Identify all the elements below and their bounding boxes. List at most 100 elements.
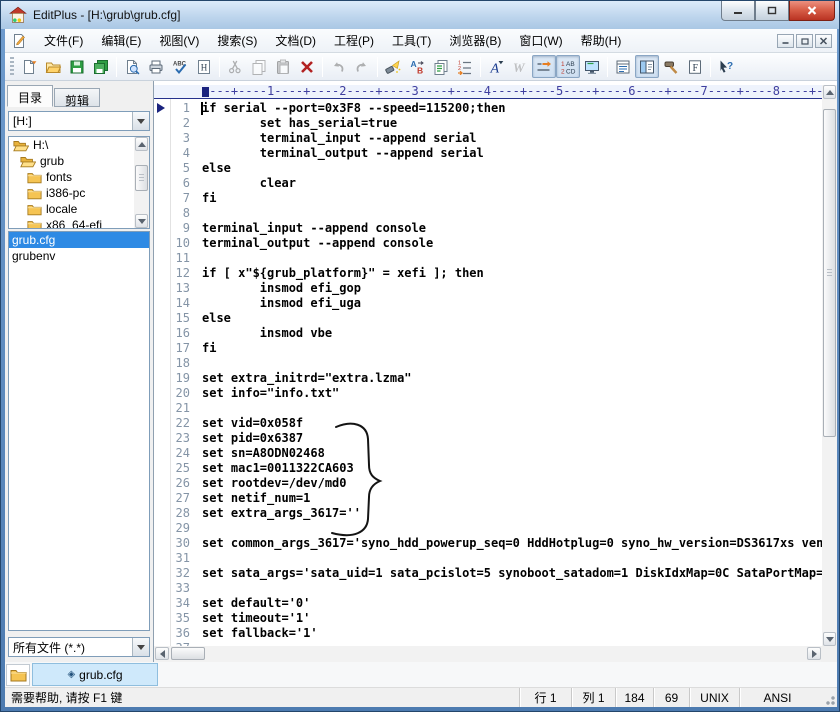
code-line[interactable]: 36set fallback='1'	[154, 626, 822, 641]
code-line[interactable]: 27set netif_num=1	[154, 491, 822, 506]
resize-grip[interactable]	[815, 688, 837, 707]
editor-hscroll-thumb[interactable]	[171, 647, 205, 660]
drive-select-dropdown[interactable]	[132, 112, 149, 130]
menu-item[interactable]: 浏览器(B)	[440, 28, 510, 53]
file-list[interactable]: grub.cfggrubenv	[8, 231, 150, 631]
editor-scroll-right-icon[interactable]	[807, 647, 821, 660]
code-line[interactable]: 7fi	[154, 191, 822, 206]
view-in-browser-icon[interactable]	[580, 55, 604, 78]
mdi-close-icon[interactable]	[815, 34, 832, 48]
tree-scroll-up-icon[interactable]	[135, 137, 148, 151]
save-icon[interactable]	[65, 55, 89, 78]
folder-tree[interactable]: H:\grubfontsi386-pclocalex86_64-efi	[8, 136, 150, 229]
code-line[interactable]: 15else	[154, 311, 822, 326]
tree-scroll-down-icon[interactable]	[135, 214, 148, 228]
document-system-icon[interactable]	[11, 33, 27, 49]
code-line[interactable]: 12if [ x"${grub_platform}" = xefi ]; the…	[154, 266, 822, 281]
tab-grub-cfg[interactable]: ◈ grub.cfg	[32, 663, 158, 686]
tree-item-locale[interactable]: locale	[9, 201, 134, 217]
code-line[interactable]: 34set default='0'	[154, 596, 822, 611]
code-line[interactable]: 19set extra_initrd="extra.lzma"	[154, 371, 822, 386]
cliptext-window-icon[interactable]	[611, 55, 635, 78]
tree-scroll-thumb[interactable]	[135, 165, 148, 191]
menu-item[interactable]: 帮助(H)	[572, 28, 631, 53]
line-numbers-icon[interactable]: 1AB2CD	[556, 55, 580, 78]
user-tools-icon[interactable]	[659, 55, 683, 78]
menu-item[interactable]: 窗口(W)	[510, 28, 571, 53]
code-line[interactable]: 8	[154, 206, 822, 221]
spell-check-icon[interactable]: ABC	[168, 55, 192, 78]
menu-item[interactable]: 搜索(S)	[208, 28, 266, 53]
code-line[interactable]: 11	[154, 251, 822, 266]
editor-hscrollbar[interactable]	[154, 646, 822, 662]
file-filter-select[interactable]: 所有文件 (*.*)	[8, 637, 150, 657]
tab-cliptext[interactable]: 剪辑	[54, 88, 100, 107]
restore-button[interactable]	[755, 1, 789, 21]
show-ruler-icon[interactable]	[532, 55, 556, 78]
drive-select[interactable]: [H:]	[8, 111, 150, 131]
context-help-icon[interactable]: ?	[714, 55, 738, 78]
tree-item-grub[interactable]: grub	[9, 153, 134, 169]
html-toolbar-icon[interactable]: H	[192, 55, 216, 78]
menu-item[interactable]: 文件(F)	[35, 28, 92, 53]
tree-item-i386pc[interactable]: i386-pc	[9, 185, 134, 201]
menu-item[interactable]: 工程(P)	[325, 28, 383, 53]
toolbar-grip[interactable]	[10, 57, 14, 77]
code-line[interactable]: 3 terminal_input --append serial	[154, 131, 822, 146]
text-area[interactable]: 1if serial --port=0x3F8 --speed=115200;t…	[154, 99, 822, 646]
file-item[interactable]: grubenv	[9, 248, 149, 264]
code-line[interactable]: 1if serial --port=0x3F8 --speed=115200;t…	[154, 101, 822, 116]
replace-icon[interactable]: AB	[405, 55, 429, 78]
code-line[interactable]: 10terminal_output --append console	[154, 236, 822, 251]
minimize-button[interactable]	[721, 1, 755, 21]
code-line[interactable]: 30set common_args_3617='syno_hdd_powerup…	[154, 536, 822, 551]
mdi-minimize-icon[interactable]	[777, 34, 794, 48]
code-line[interactable]: 32set sata_args='sata_uid=1 sata_pcislot…	[154, 566, 822, 581]
directory-window-icon[interactable]	[635, 55, 659, 78]
code-line[interactable]: 21	[154, 401, 822, 416]
file-item[interactable]: grub.cfg	[9, 232, 149, 248]
menu-item[interactable]: 文档(D)	[266, 28, 325, 53]
new-file-icon[interactable]	[17, 55, 41, 78]
code-line[interactable]: 14 insmod efi_uga	[154, 296, 822, 311]
menu-item[interactable]: 视图(V)	[150, 28, 208, 53]
code-line[interactable]: 31	[154, 551, 822, 566]
code-line[interactable]: 29	[154, 521, 822, 536]
editor-pane[interactable]: ----+----1----+----2----+----3----+----4…	[153, 81, 837, 662]
editor-scroll-up-icon[interactable]	[823, 85, 836, 99]
editor-vscroll-thumb[interactable]	[823, 109, 836, 437]
code-line[interactable]: 9terminal_input --append console	[154, 221, 822, 236]
code-line[interactable]: 23set pid=0x6387	[154, 431, 822, 446]
delete-icon[interactable]	[295, 55, 319, 78]
code-line[interactable]: 22set vid=0x058f	[154, 416, 822, 431]
tree-item-fonts[interactable]: fonts	[9, 169, 134, 185]
code-line[interactable]: 2 set has_serial=true	[154, 116, 822, 131]
code-line[interactable]: 25set mac1=0011322CA603	[154, 461, 822, 476]
code-line[interactable]: 18	[154, 356, 822, 371]
close-button[interactable]	[789, 1, 835, 21]
code-line[interactable]: 20set info="info.txt"	[154, 386, 822, 401]
tree-item-x8664efi[interactable]: x86_64-efi	[9, 217, 134, 228]
goto-line-icon[interactable]: 12	[453, 55, 477, 78]
menu-item[interactable]: 工具(T)	[383, 28, 440, 53]
show-directory-button[interactable]	[6, 664, 30, 686]
code-line[interactable]: 28set extra_args_3617=''	[154, 506, 822, 521]
find-in-files-icon[interactable]	[429, 55, 453, 78]
open-file-icon[interactable]	[41, 55, 65, 78]
editor-scroll-down-icon[interactable]	[823, 632, 836, 646]
menu-item[interactable]: 编辑(E)	[92, 28, 150, 53]
code-line[interactable]: 33	[154, 581, 822, 596]
print-preview-icon[interactable]	[120, 55, 144, 78]
code-line[interactable]: 16 insmod vbe	[154, 326, 822, 341]
function-list-icon[interactable]: F	[683, 55, 707, 78]
code-line[interactable]: 26set rootdev=/dev/md0	[154, 476, 822, 491]
print-icon[interactable]	[144, 55, 168, 78]
tab-directory[interactable]: 目录	[7, 85, 53, 107]
mdi-restore-icon[interactable]	[796, 34, 813, 48]
code-line[interactable]: 35set timeout='1'	[154, 611, 822, 626]
find-icon[interactable]	[381, 55, 405, 78]
editor-scroll-left-icon[interactable]	[155, 647, 169, 660]
code-line[interactable]: 6 clear	[154, 176, 822, 191]
code-line[interactable]: 24set sn=A8ODN02468	[154, 446, 822, 461]
code-line[interactable]: 13 insmod efi_gop	[154, 281, 822, 296]
